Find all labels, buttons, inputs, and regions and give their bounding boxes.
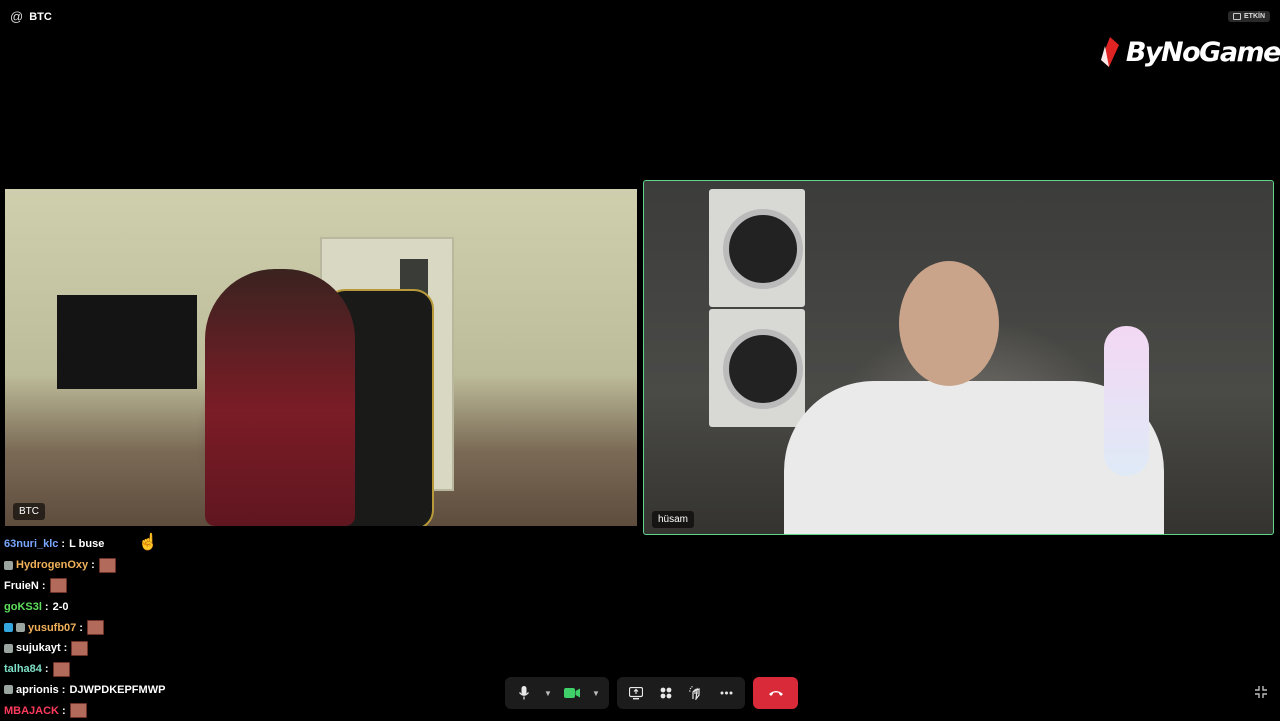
user-badge-icon: [4, 560, 13, 570]
brand-name: ByNoGame: [1125, 36, 1280, 68]
video-tile-btc[interactable]: BTC: [5, 189, 637, 526]
chat-username[interactable]: goKS3l: [4, 601, 42, 613]
camera-options-button[interactable]: ▼: [589, 680, 603, 706]
screen-icon: [1233, 13, 1241, 20]
camera-button[interactable]: [559, 680, 585, 706]
channel-header: @ BTC: [10, 9, 52, 24]
washer-shape: [709, 189, 805, 307]
tv-shape: [57, 295, 197, 389]
user-badge-icon: [16, 623, 25, 633]
emote-icon: [49, 578, 67, 594]
chat-separator: :: [44, 663, 49, 676]
collapse-icon[interactable]: [1254, 685, 1268, 699]
chat-username[interactable]: yusufb07: [28, 622, 76, 634]
chat-message: aprionis: DJWPDKEPFMWP: [4, 680, 304, 701]
chat-separator: :: [63, 642, 68, 655]
microphone-button[interactable]: [511, 680, 537, 706]
call-controls: ▼ ▼: [505, 677, 798, 709]
chat-message: FruieN:: [4, 576, 304, 597]
chat-separator: :: [79, 621, 83, 634]
chat-text: DJWPDKEPFMWP: [69, 683, 166, 696]
chat-username[interactable]: MBAJACK: [4, 705, 59, 717]
hangup-button[interactable]: [753, 677, 798, 709]
chat-text: L buse: [69, 538, 105, 551]
user-badge-icon: [4, 685, 13, 695]
chat-separator: :: [61, 538, 66, 551]
chat-username[interactable]: HydrogenOxy: [16, 559, 88, 571]
emote-icon: [86, 620, 104, 636]
chat-separator: :: [44, 600, 49, 613]
chat-overlay: 63nuri_klc: L buse HydrogenOxy: FruieN: goKS…: [4, 534, 304, 721]
share-screen-button[interactable]: [623, 680, 649, 706]
chat-username[interactable]: FruieN: [4, 580, 39, 592]
camera-icon: [564, 688, 580, 698]
emote-icon: [71, 640, 89, 656]
actions-group: [617, 677, 745, 709]
chat-username[interactable]: sujukayt: [16, 642, 61, 654]
status-badge: ETKİN: [1228, 11, 1270, 22]
chevron-down-icon: ▼: [592, 688, 600, 698]
share-screen-icon: [629, 686, 643, 699]
user-badge-icon: [4, 623, 13, 633]
chat-message: HydrogenOxy:: [4, 555, 304, 576]
emote-icon: [98, 557, 116, 573]
chevron-down-icon: ▼: [544, 688, 552, 698]
user-badge-icon: [4, 643, 13, 653]
soundboard-button[interactable]: [683, 680, 709, 706]
at-icon: @: [10, 9, 24, 24]
emote-icon: [52, 661, 70, 677]
microphone-prop-shape: [1104, 326, 1149, 476]
top-bar: @ BTC ETKİN: [0, 0, 1280, 32]
chat-message: talha84:: [4, 659, 304, 680]
microphone-options-button[interactable]: ▼: [541, 680, 555, 706]
chat-message: goKS3l:2-0: [4, 596, 304, 617]
microphone-icon: [518, 686, 530, 700]
chat-text: 2-0: [52, 600, 69, 613]
chat-separator: :: [91, 559, 95, 572]
grid-icon: [660, 687, 672, 699]
chat-separator: :: [41, 579, 46, 592]
chat-message: MBAJACK:: [4, 700, 304, 721]
chat-separator: :: [61, 683, 66, 696]
status-badge-label: ETKİN: [1244, 13, 1265, 20]
video-tile-husam[interactable]: hüsam: [643, 180, 1274, 535]
sparkle-hand-icon: [689, 686, 700, 700]
participant-name-tag: hüsam: [652, 511, 695, 528]
more-options-button[interactable]: [713, 680, 739, 706]
participant-head-shape: [899, 261, 999, 386]
brand-logo: ByNoGame: [1096, 34, 1280, 70]
chat-username[interactable]: aprionis: [16, 684, 59, 696]
participant-name-tag: BTC: [13, 503, 45, 520]
emote-icon: [69, 703, 87, 719]
chat-username[interactable]: 63nuri_klc: [4, 538, 58, 550]
participant-video: [205, 269, 355, 526]
more-icon: [720, 691, 732, 695]
activities-button[interactable]: [653, 680, 679, 706]
chat-username[interactable]: talha84: [4, 663, 42, 675]
brand-mark-icon: [1100, 37, 1119, 67]
hangup-icon: [768, 691, 783, 696]
channel-name: BTC: [29, 10, 52, 23]
chat-message: yusufb07:: [4, 617, 304, 638]
mouse-cursor-icon: ☝: [138, 534, 158, 551]
media-controls-group: ▼ ▼: [505, 677, 609, 709]
dryer-shape: [709, 309, 805, 427]
chat-message: sujukayt:: [4, 638, 304, 659]
chat-separator: :: [62, 704, 66, 717]
